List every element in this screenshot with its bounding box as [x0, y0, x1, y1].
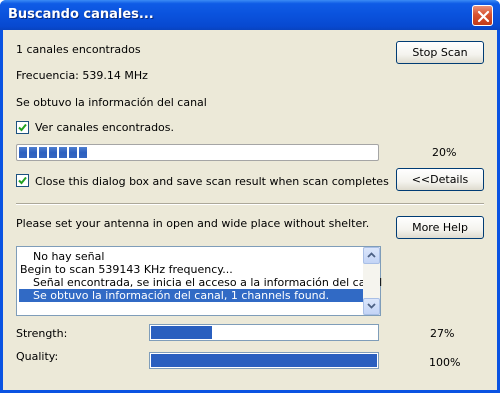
progress-segment: [29, 147, 37, 158]
show-channels-checkbox[interactable]: [16, 121, 29, 134]
progress-segment: [69, 147, 77, 158]
progress-segment: [49, 147, 57, 158]
close-x-icon: [477, 10, 490, 23]
dialog-window: Buscando canales... 1 canales encontrado…: [0, 0, 500, 393]
scan-progress-fill: [19, 147, 89, 158]
scroll-down-arrow-icon: [367, 303, 376, 309]
quality-bar-fill: [151, 354, 377, 367]
progress-segment: [79, 147, 87, 158]
scroll-up-button[interactable]: [363, 247, 380, 264]
list-item-selected[interactable]: Se obtuvo la información del canal, 1 ch…: [19, 289, 363, 302]
list-item[interactable]: Señal encontrada, se inicia el acceso a …: [33, 276, 382, 289]
scan-log-list[interactable]: No hay señal Begin to scan 539143 KHz fr…: [16, 246, 382, 316]
title-bar[interactable]: Buscando canales...: [0, 0, 500, 30]
scan-progress-percent: 20%: [432, 146, 457, 159]
details-button[interactable]: <<Details: [396, 168, 484, 191]
list-item[interactable]: No hay señal: [33, 250, 104, 263]
antenna-hint-text: Please set your antenna in open and wide…: [16, 217, 370, 230]
quality-label: Quality:: [16, 350, 59, 363]
channels-found-text: 1 canales encontrados: [16, 43, 141, 56]
quality-bar: [149, 352, 379, 369]
close-dialog-label: Close this dialog box and save scan resu…: [35, 175, 389, 188]
strength-percent: 27%: [430, 327, 455, 340]
log-scrollbar[interactable]: [363, 247, 380, 315]
strength-bar-fill: [151, 326, 212, 339]
frequency-text: Frecuencia: 539.14 MHz: [16, 69, 148, 82]
section-divider: [16, 203, 484, 205]
scan-progress-bar: [16, 144, 379, 161]
scroll-down-button[interactable]: [363, 298, 380, 315]
checkmark-icon: [18, 123, 27, 132]
list-item[interactable]: Begin to scan 539143 KHz frequency...: [20, 263, 233, 276]
strength-bar: [149, 324, 379, 341]
more-help-button[interactable]: More Help: [396, 216, 484, 239]
show-channels-label: Ver canales encontrados.: [35, 121, 175, 134]
progress-segment: [39, 147, 47, 158]
progress-segment: [59, 147, 67, 158]
checkmark-icon: [18, 176, 27, 185]
progress-segment: [19, 147, 27, 158]
stop-scan-button[interactable]: Stop Scan: [396, 41, 484, 64]
close-dialog-checkbox[interactable]: [16, 174, 29, 187]
window-title: Buscando canales...: [8, 7, 154, 22]
scroll-up-arrow-icon: [367, 252, 376, 258]
close-button[interactable]: [472, 5, 493, 26]
dialog-body: 1 canales encontrados Frecuencia: 539.14…: [3, 30, 497, 390]
quality-percent: 100%: [429, 356, 461, 369]
strength-label: Strength:: [16, 327, 68, 340]
channel-info-text: Se obtuvo la información del canal: [16, 96, 207, 109]
